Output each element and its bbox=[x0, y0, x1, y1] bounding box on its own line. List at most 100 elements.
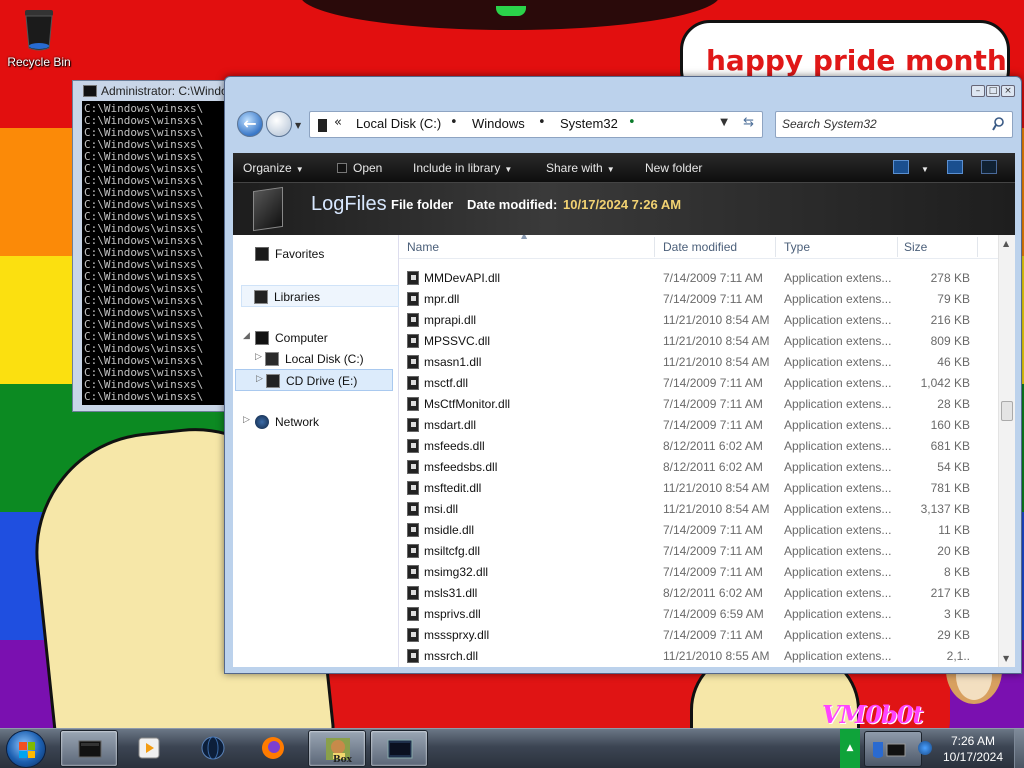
taskbar-button-box-app[interactable]: Box bbox=[308, 730, 366, 767]
watermark-logo: VM0b0t bbox=[822, 700, 923, 728]
view-options-dropdown[interactable]: ▼ bbox=[917, 161, 929, 175]
file-size: 29 KB bbox=[937, 628, 970, 642]
nav-item-computer[interactable]: ◢ Computer bbox=[233, 327, 391, 349]
file-type: Application extens... bbox=[784, 397, 892, 411]
file-row[interactable]: msls31.dll 8/12/2011 6:02 AM Application e… bbox=[399, 582, 995, 603]
tray-app-button[interactable] bbox=[864, 731, 922, 767]
file-list[interactable]: ▲ Name Date modified Type Size MMDevAPI.… bbox=[399, 235, 1015, 667]
nav-item-libraries[interactable]: Libraries bbox=[241, 285, 399, 307]
file-type: Application extens... bbox=[784, 523, 892, 537]
help-icon[interactable] bbox=[981, 160, 997, 174]
cmd-icon bbox=[387, 739, 413, 759]
preview-pane-icon[interactable] bbox=[947, 160, 963, 174]
file-row[interactable]: msctf.dll 7/14/2009 7:11 AM Application ex… bbox=[399, 372, 995, 393]
breadcrumb-separator[interactable]: • bbox=[450, 115, 458, 130]
scroll-down-icon[interactable]: ▼ bbox=[1003, 654, 1009, 663]
column-divider[interactable] bbox=[654, 237, 655, 257]
navigation-pane[interactable]: Favorites Libraries ◢ Computer ▷ Local D… bbox=[233, 235, 399, 667]
file-row[interactable]: mprapi.dll 11/21/2010 8:54 AM Application … bbox=[399, 309, 995, 330]
refresh-icon[interactable]: ⇆ bbox=[743, 115, 754, 130]
include-in-library-label: Include in library bbox=[413, 161, 501, 175]
show-hidden-icons-button[interactable]: ▲ bbox=[840, 729, 860, 768]
cmd-title-bar[interactable]: Administrator: C:\Windo bbox=[73, 81, 241, 101]
maximize-button[interactable]: □ bbox=[986, 85, 1000, 97]
file-row[interactable]: msssprxy.dll 7/14/2009 7:11 AM Application… bbox=[399, 624, 995, 645]
expand-arrow-icon[interactable]: ▷ bbox=[243, 414, 250, 425]
change-view-icon[interactable] bbox=[893, 160, 909, 174]
file-row[interactable]: msfeedsbs.dll 8/12/2011 6:02 AM Applicatio… bbox=[399, 456, 995, 477]
taskbar-button-explorer[interactable] bbox=[60, 730, 118, 767]
include-in-library-button[interactable]: Include in library ▼ bbox=[413, 161, 512, 175]
file-row[interactable]: msdart.dll 7/14/2009 7:11 AM Application e… bbox=[399, 414, 995, 435]
breadcrumb-root-separator[interactable]: « bbox=[334, 115, 342, 130]
file-row[interactable]: mpr.dll 7/14/2009 7:11 AM Application exte… bbox=[399, 288, 995, 309]
breadcrumb-windows[interactable]: Windows bbox=[472, 116, 525, 131]
column-divider[interactable] bbox=[977, 237, 978, 257]
file-row[interactable]: msprivs.dll 7/14/2009 6:59 AM Application … bbox=[399, 603, 995, 624]
file-row[interactable]: msasn1.dll 11/21/2010 8:54 AM Application … bbox=[399, 351, 995, 372]
breadcrumb-local-disk[interactable]: Local Disk (C:) bbox=[356, 116, 441, 131]
vertical-scrollbar[interactable]: ▲ ▼ bbox=[998, 235, 1015, 667]
address-dropdown-icon[interactable]: ▼ bbox=[720, 117, 728, 128]
file-row[interactable]: MPSSVC.dll 11/21/2010 8:54 AM Application … bbox=[399, 330, 995, 351]
column-header-size[interactable]: Size bbox=[904, 240, 927, 254]
column-divider[interactable] bbox=[897, 237, 898, 257]
forward-button[interactable] bbox=[266, 111, 292, 137]
taskbar-button-cmd[interactable] bbox=[370, 730, 428, 767]
windows-logo-icon bbox=[19, 742, 35, 758]
cmd-console[interactable]: C:\Windows\winsxs\ C:\Windows\winsxs\ C:… bbox=[82, 101, 243, 405]
file-name: mpr.dll bbox=[424, 292, 460, 306]
column-header-name[interactable]: Name bbox=[407, 240, 439, 254]
taskbar-button-media-player[interactable] bbox=[120, 730, 178, 767]
file-row[interactable]: MMDevAPI.dll 7/14/2009 7:11 AM Application… bbox=[399, 267, 995, 288]
taskbar-button-browser[interactable] bbox=[184, 730, 242, 767]
nav-item-cd-drive[interactable]: ▷ CD Drive (E:) bbox=[235, 369, 393, 391]
nav-item-network[interactable]: ▷ Network bbox=[233, 411, 391, 433]
column-header-date[interactable]: Date modified bbox=[663, 240, 737, 254]
clock[interactable]: 7:26 AM 10/17/2024 bbox=[936, 733, 1010, 765]
share-with-button[interactable]: Share with ▼ bbox=[546, 161, 615, 175]
file-name: msftedit.dll bbox=[424, 481, 482, 495]
minimize-button[interactable]: – bbox=[971, 85, 985, 97]
recent-pages-dropdown[interactable]: ▼ bbox=[295, 121, 301, 130]
show-desktop-button[interactable] bbox=[1014, 729, 1024, 768]
breadcrumb-separator[interactable]: • bbox=[628, 115, 636, 130]
open-button[interactable]: Open bbox=[337, 161, 382, 175]
file-row[interactable]: MsCtfMonitor.dll 7/14/2009 7:11 AM Applica… bbox=[399, 393, 995, 414]
cmd-window[interactable]: Administrator: C:\Windo C:\Windows\winsx… bbox=[72, 80, 243, 412]
expand-arrow-icon[interactable]: ▷ bbox=[256, 373, 263, 384]
address-bar[interactable]: « Local Disk (C:) • Windows • System32 •… bbox=[309, 111, 763, 138]
file-type: Application extens... bbox=[784, 565, 892, 579]
search-icon[interactable] bbox=[992, 117, 1004, 131]
nav-item-favorites[interactable]: Favorites bbox=[233, 243, 391, 265]
column-divider[interactable] bbox=[775, 237, 776, 257]
start-button[interactable] bbox=[6, 730, 46, 768]
column-header-type[interactable]: Type bbox=[784, 240, 810, 254]
file-date: 7/14/2009 7:11 AM bbox=[663, 418, 763, 432]
nav-item-local-disk[interactable]: ▷ Local Disk (C:) bbox=[233, 348, 391, 370]
expand-arrow-icon[interactable]: ◢ bbox=[243, 330, 250, 341]
explorer-window[interactable]: – □ × ← ▼ « Local Disk (C:) • Windows • … bbox=[224, 76, 1022, 674]
file-row[interactable]: msiltcfg.dll 7/14/2009 7:11 AM Application… bbox=[399, 540, 995, 561]
close-button[interactable]: × bbox=[1001, 85, 1015, 97]
taskbar-button-firefox[interactable] bbox=[244, 730, 302, 767]
search-box[interactable]: Search System32 bbox=[775, 111, 1013, 138]
file-row[interactable]: msimg32.dll 7/14/2009 7:11 AM Application … bbox=[399, 561, 995, 582]
scrollbar-thumb[interactable] bbox=[1001, 401, 1013, 421]
organize-button[interactable]: Organize ▼ bbox=[243, 161, 304, 175]
file-row[interactable]: msidle.dll 7/14/2009 7:11 AM Application e… bbox=[399, 519, 995, 540]
back-button[interactable]: ← bbox=[237, 111, 263, 137]
new-folder-button[interactable]: New folder bbox=[645, 161, 702, 175]
scroll-up-icon[interactable]: ▲ bbox=[1003, 239, 1009, 248]
file-type: Application extens... bbox=[784, 481, 892, 495]
file-row[interactable]: mssrch.dll 11/21/2010 8:55 AM Application … bbox=[399, 645, 995, 666]
search-input[interactable]: Search System32 bbox=[782, 117, 877, 131]
file-row[interactable]: msftedit.dll 11/21/2010 8:54 AM Applicatio… bbox=[399, 477, 995, 498]
breadcrumb-separator[interactable]: • bbox=[538, 115, 546, 130]
recycle-bin-shortcut[interactable]: Recycle Bin bbox=[6, 6, 72, 69]
breadcrumb-system32[interactable]: System32 bbox=[560, 116, 618, 131]
network-status-icon[interactable] bbox=[918, 741, 932, 755]
file-row[interactable]: msfeeds.dll 8/12/2011 6:02 AM Application … bbox=[399, 435, 995, 456]
expand-arrow-icon[interactable]: ▷ bbox=[255, 351, 262, 362]
file-row[interactable]: msi.dll 11/21/2010 8:54 AM Application ext… bbox=[399, 498, 995, 519]
